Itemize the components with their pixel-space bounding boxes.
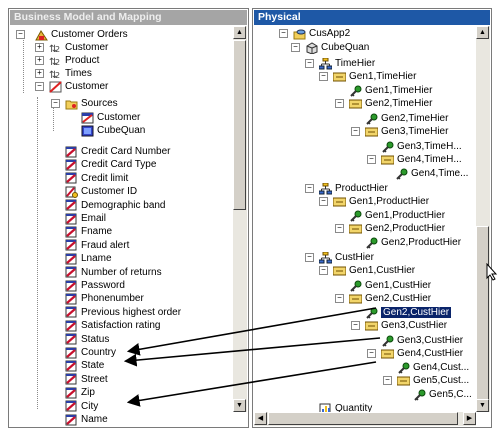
- mapping-arrow-state: [123, 337, 381, 367]
- mapping-arrows: [123, 307, 381, 407]
- mapping-arrow-country: [126, 307, 377, 356]
- mapping-arrow-city: [126, 361, 377, 407]
